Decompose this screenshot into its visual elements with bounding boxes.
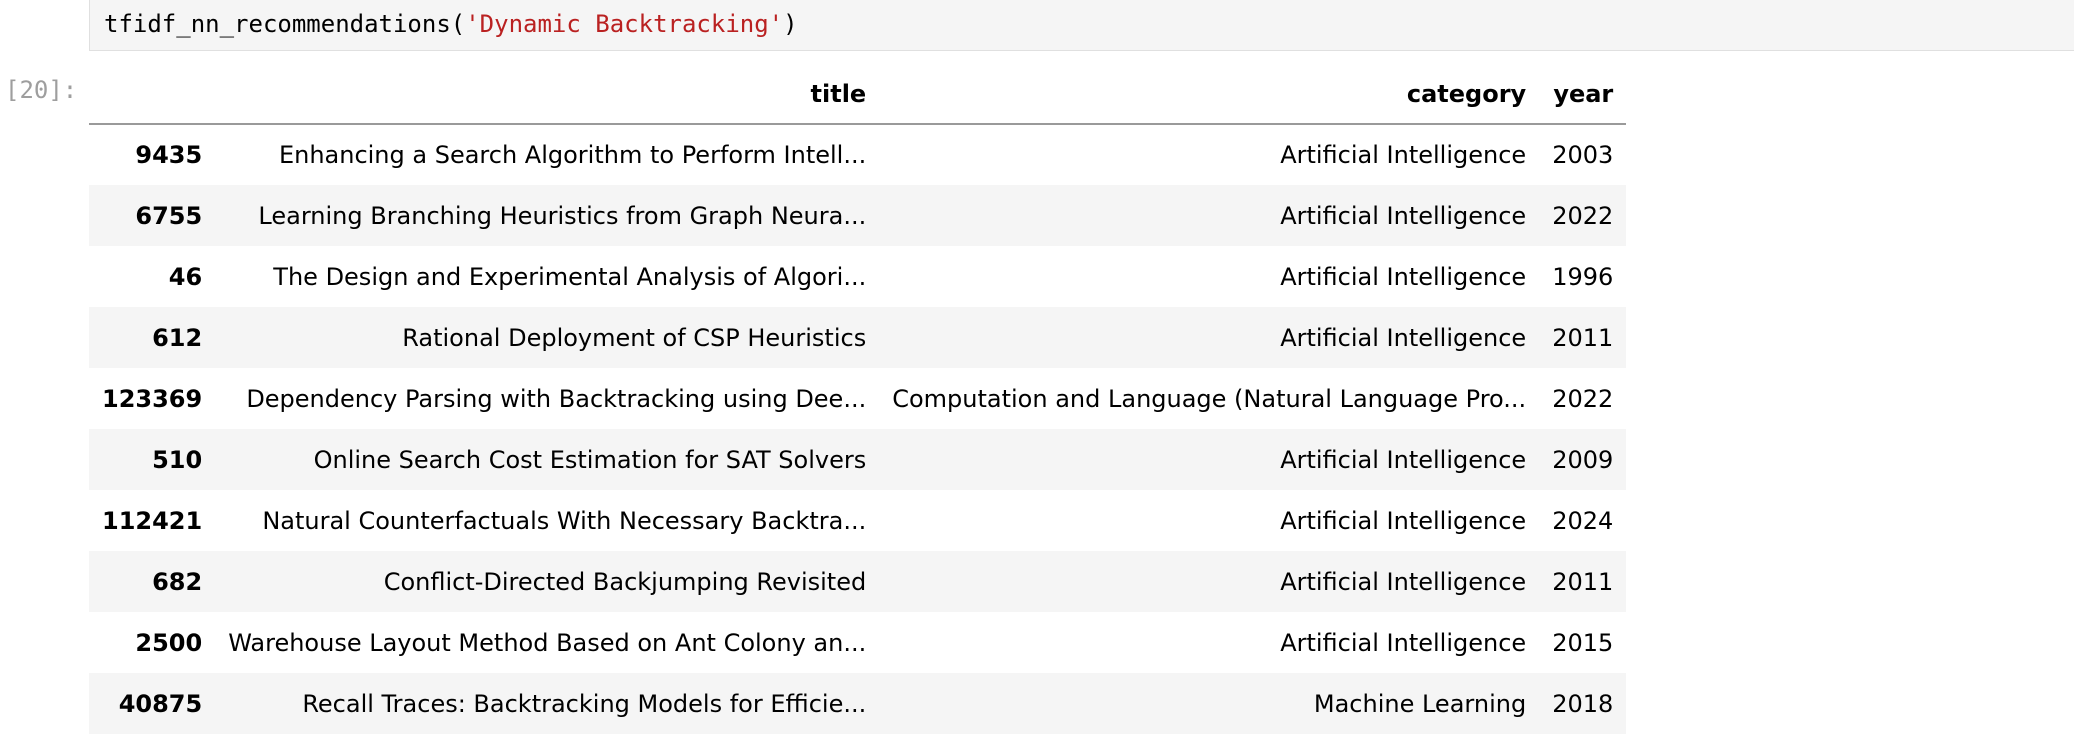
row-year: 2011 bbox=[1552, 567, 1614, 596]
row-index: 510 bbox=[152, 445, 203, 474]
row-index: 9435 bbox=[135, 141, 203, 169]
header-title: title bbox=[215, 65, 880, 125]
row-title: Recall Traces: Backtracking Models for E… bbox=[302, 689, 867, 718]
table-row: 510 Online Search Cost Estimation for SA… bbox=[89, 429, 1627, 490]
code-input-cell[interactable]: tfidf_nn_recommendations('Dynamic Backtr… bbox=[89, 0, 2074, 51]
dataframe-table: title category year 9435 Enhancing a Sea… bbox=[89, 65, 1627, 734]
table-row: 682 Conflict-Directed Backjumping Revisi… bbox=[89, 551, 1627, 612]
row-index: 682 bbox=[152, 567, 203, 596]
row-year: 2022 bbox=[1552, 384, 1614, 413]
row-title: Natural Counterfactuals With Necessary B… bbox=[262, 506, 867, 535]
row-category: Artificial Intelligence bbox=[1280, 628, 1527, 657]
row-title: Learning Branching Heuristics from Graph… bbox=[258, 201, 867, 230]
row-category: Artificial Intelligence bbox=[1280, 445, 1527, 474]
row-year: 2024 bbox=[1552, 506, 1614, 535]
execution-count-prompt: [20]: bbox=[5, 76, 78, 104]
header-index bbox=[89, 65, 216, 125]
table-row: 2500 Warehouse Layout Method Based on An… bbox=[89, 612, 1627, 673]
row-index: 612 bbox=[152, 323, 203, 352]
row-index: 46 bbox=[168, 262, 203, 291]
row-title: Conflict-Directed Backjumping Revisited bbox=[383, 567, 867, 596]
row-year: 2011 bbox=[1552, 323, 1614, 352]
row-category: Artificial Intelligence bbox=[1280, 141, 1527, 169]
header-year: year bbox=[1539, 65, 1627, 125]
row-index: 123369 bbox=[102, 384, 203, 413]
table-row: 40875 Recall Traces: Backtracking Models… bbox=[89, 673, 1627, 734]
table-row: 6755 Learning Branching Heuristics from … bbox=[89, 185, 1627, 246]
row-index: 2500 bbox=[135, 628, 203, 657]
row-title: Warehouse Layout Method Based on Ant Col… bbox=[228, 628, 867, 657]
row-index: 40875 bbox=[118, 689, 203, 718]
table-row: 123369 Dependency Parsing with Backtrack… bbox=[89, 368, 1627, 429]
row-title: Online Search Cost Estimation for SAT So… bbox=[313, 445, 867, 474]
row-title: Rational Deployment of CSP Heuristics bbox=[402, 323, 867, 352]
header-category: category bbox=[879, 65, 1540, 125]
code-close-paren: ) bbox=[783, 10, 798, 38]
row-category: Computation and Language (Natural Langua… bbox=[892, 384, 1527, 413]
code-editor[interactable]: tfidf_nn_recommendations('Dynamic Backtr… bbox=[104, 9, 798, 39]
row-year: 2015 bbox=[1552, 628, 1614, 657]
row-index: 6755 bbox=[135, 201, 203, 230]
row-year: 2009 bbox=[1552, 445, 1614, 474]
row-category: Artificial Intelligence bbox=[1280, 567, 1527, 596]
row-year: 2022 bbox=[1552, 201, 1614, 230]
code-function-call: tfidf_nn_recommendations( bbox=[104, 10, 466, 38]
row-title: The Design and Experimental Analysis of … bbox=[273, 262, 867, 291]
table-row: 9435 Enhancing a Search Algorithm to Per… bbox=[89, 124, 1627, 185]
table-body: 9435 Enhancing a Search Algorithm to Per… bbox=[89, 124, 1627, 734]
row-title: Dependency Parsing with Backtracking usi… bbox=[246, 384, 867, 413]
row-year: 1996 bbox=[1552, 262, 1614, 291]
row-year: 2003 bbox=[1552, 141, 1614, 169]
row-index: 112421 bbox=[102, 506, 203, 535]
code-string-argument: 'Dynamic Backtracking' bbox=[465, 10, 784, 38]
table-header: title category year bbox=[89, 65, 1627, 125]
row-category: Artificial Intelligence bbox=[1280, 506, 1527, 535]
row-title: Enhancing a Search Algorithm to Perform … bbox=[278, 141, 867, 169]
row-category: Artificial Intelligence bbox=[1280, 262, 1527, 291]
table-row: 612 Rational Deployment of CSP Heuristic… bbox=[89, 307, 1627, 368]
row-year: 2018 bbox=[1552, 689, 1614, 718]
header-row: title category year bbox=[89, 65, 1627, 125]
row-category: Artificial Intelligence bbox=[1280, 323, 1527, 352]
table-row: 46 The Design and Experimental Analysis … bbox=[89, 246, 1627, 307]
dataframe-output: title category year 9435 Enhancing a Sea… bbox=[89, 65, 1627, 734]
row-category: Machine Learning bbox=[1313, 689, 1527, 718]
row-category: Artificial Intelligence bbox=[1280, 201, 1527, 230]
table-row: 112421 Natural Counterfactuals With Nece… bbox=[89, 490, 1627, 551]
